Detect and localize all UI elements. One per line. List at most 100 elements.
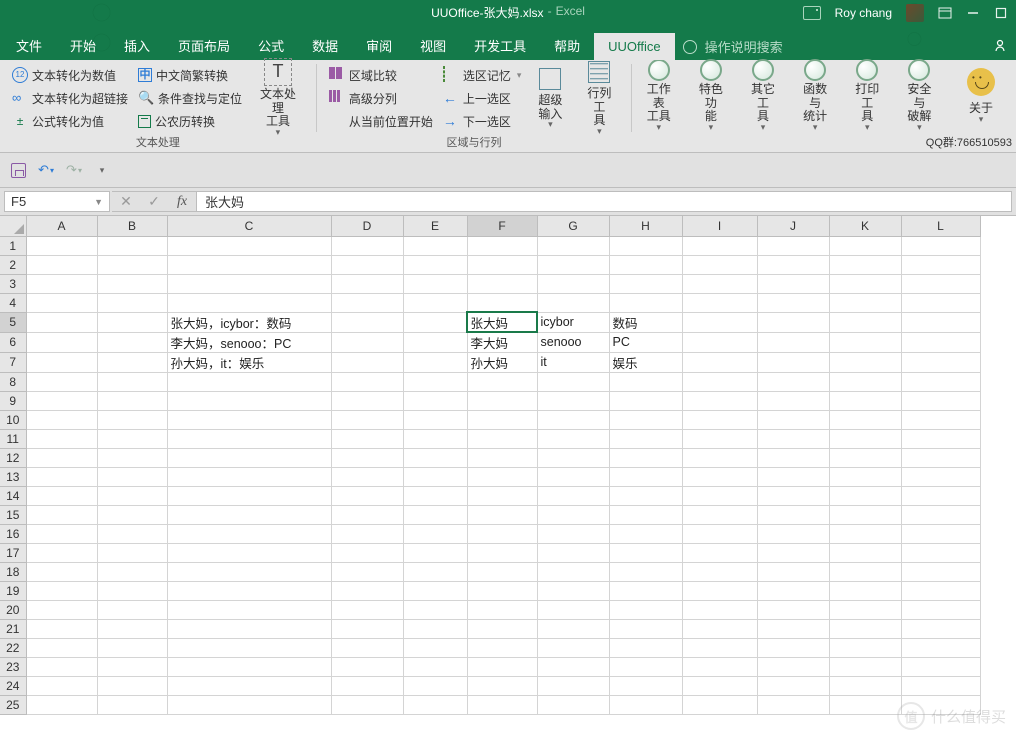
cell-A4[interactable]: [26, 293, 97, 312]
cell-E10[interactable]: [403, 410, 467, 429]
column-header-E[interactable]: E: [403, 216, 467, 236]
prev-selection-button[interactable]: ←上一选区: [439, 87, 526, 109]
cell-K3[interactable]: [829, 274, 901, 293]
cell-H16[interactable]: [609, 524, 682, 543]
cell-C6[interactable]: 李大妈，senooo：PC: [167, 332, 331, 352]
column-header-H[interactable]: H: [609, 216, 682, 236]
tab-插入[interactable]: 插入: [110, 33, 164, 60]
cell-K2[interactable]: [829, 255, 901, 274]
cell-J16[interactable]: [757, 524, 829, 543]
cell-E23[interactable]: [403, 657, 467, 676]
row-header-14[interactable]: 14: [0, 486, 26, 505]
cell-L25[interactable]: [901, 695, 980, 714]
cell-J9[interactable]: [757, 391, 829, 410]
cell-G16[interactable]: [537, 524, 609, 543]
cell-H1[interactable]: [609, 236, 682, 255]
cell-H22[interactable]: [609, 638, 682, 657]
cell-J21[interactable]: [757, 619, 829, 638]
cell-H8[interactable]: [609, 372, 682, 391]
cell-D24[interactable]: [331, 676, 403, 695]
cell-E25[interactable]: [403, 695, 467, 714]
cell-E21[interactable]: [403, 619, 467, 638]
cell-H21[interactable]: [609, 619, 682, 638]
row-header-20[interactable]: 20: [0, 600, 26, 619]
cell-A2[interactable]: [26, 255, 97, 274]
cell-I22[interactable]: [682, 638, 757, 657]
cell-J15[interactable]: [757, 505, 829, 524]
cell-K15[interactable]: [829, 505, 901, 524]
security-crack-button[interactable]: 安全与 破解▾: [894, 62, 945, 130]
cell-I20[interactable]: [682, 600, 757, 619]
cell-K9[interactable]: [829, 391, 901, 410]
simplified-traditional-button[interactable]: 中中文简繁转换: [134, 64, 246, 86]
cell-F7[interactable]: 孙大妈: [467, 352, 537, 372]
cell-I25[interactable]: [682, 695, 757, 714]
cell-I15[interactable]: [682, 505, 757, 524]
about-button[interactable]: 关于▾: [946, 62, 1016, 130]
cell-D2[interactable]: [331, 255, 403, 274]
cell-K10[interactable]: [829, 410, 901, 429]
cell-F12[interactable]: [467, 448, 537, 467]
cell-G15[interactable]: [537, 505, 609, 524]
tab-页面布局[interactable]: 页面布局: [164, 33, 244, 60]
cell-K4[interactable]: [829, 293, 901, 312]
cell-J17[interactable]: [757, 543, 829, 562]
cell-A6[interactable]: [26, 332, 97, 352]
cell-G9[interactable]: [537, 391, 609, 410]
row-header-3[interactable]: 3: [0, 274, 26, 293]
cell-A14[interactable]: [26, 486, 97, 505]
cell-L20[interactable]: [901, 600, 980, 619]
cell-D5[interactable]: [331, 312, 403, 332]
lunar-calendar-button[interactable]: 公农历转换: [134, 110, 246, 132]
cell-F17[interactable]: [467, 543, 537, 562]
cell-B6[interactable]: [97, 332, 167, 352]
cell-L24[interactable]: [901, 676, 980, 695]
cell-D4[interactable]: [331, 293, 403, 312]
cell-A11[interactable]: [26, 429, 97, 448]
cell-D1[interactable]: [331, 236, 403, 255]
cell-G17[interactable]: [537, 543, 609, 562]
cell-L3[interactable]: [901, 274, 980, 293]
cell-D17[interactable]: [331, 543, 403, 562]
cell-I24[interactable]: [682, 676, 757, 695]
cell-H6[interactable]: PC: [609, 332, 682, 352]
print-tools-button[interactable]: 打印工 具▾: [842, 62, 893, 130]
cell-B19[interactable]: [97, 581, 167, 600]
cell-G20[interactable]: [537, 600, 609, 619]
row-header-12[interactable]: 12: [0, 448, 26, 467]
functions-stats-button[interactable]: 函数与 统计▾: [790, 62, 841, 130]
cell-D9[interactable]: [331, 391, 403, 410]
cell-K7[interactable]: [829, 352, 901, 372]
cell-C4[interactable]: [167, 293, 331, 312]
cell-D7[interactable]: [331, 352, 403, 372]
cell-G23[interactable]: [537, 657, 609, 676]
cell-I4[interactable]: [682, 293, 757, 312]
cell-I13[interactable]: [682, 467, 757, 486]
cell-L23[interactable]: [901, 657, 980, 676]
cell-H12[interactable]: [609, 448, 682, 467]
cell-F6[interactable]: 李大妈: [467, 332, 537, 352]
cell-A12[interactable]: [26, 448, 97, 467]
cell-F19[interactable]: [467, 581, 537, 600]
cell-E24[interactable]: [403, 676, 467, 695]
cell-H3[interactable]: [609, 274, 682, 293]
cell-K5[interactable]: [829, 312, 901, 332]
cell-C17[interactable]: [167, 543, 331, 562]
cell-D15[interactable]: [331, 505, 403, 524]
cell-J7[interactable]: [757, 352, 829, 372]
next-selection-button[interactable]: →下一选区: [439, 110, 526, 132]
user-name[interactable]: Roy chang: [835, 6, 892, 20]
minimize-icon[interactable]: [966, 6, 980, 20]
cell-E7[interactable]: [403, 352, 467, 372]
user-avatar[interactable]: [906, 4, 924, 22]
cell-C10[interactable]: [167, 410, 331, 429]
cell-A7[interactable]: [26, 352, 97, 372]
cell-F2[interactable]: [467, 255, 537, 274]
cell-J25[interactable]: [757, 695, 829, 714]
cell-E12[interactable]: [403, 448, 467, 467]
cell-F23[interactable]: [467, 657, 537, 676]
cell-C23[interactable]: [167, 657, 331, 676]
cell-C21[interactable]: [167, 619, 331, 638]
cell-D23[interactable]: [331, 657, 403, 676]
cell-F10[interactable]: [467, 410, 537, 429]
